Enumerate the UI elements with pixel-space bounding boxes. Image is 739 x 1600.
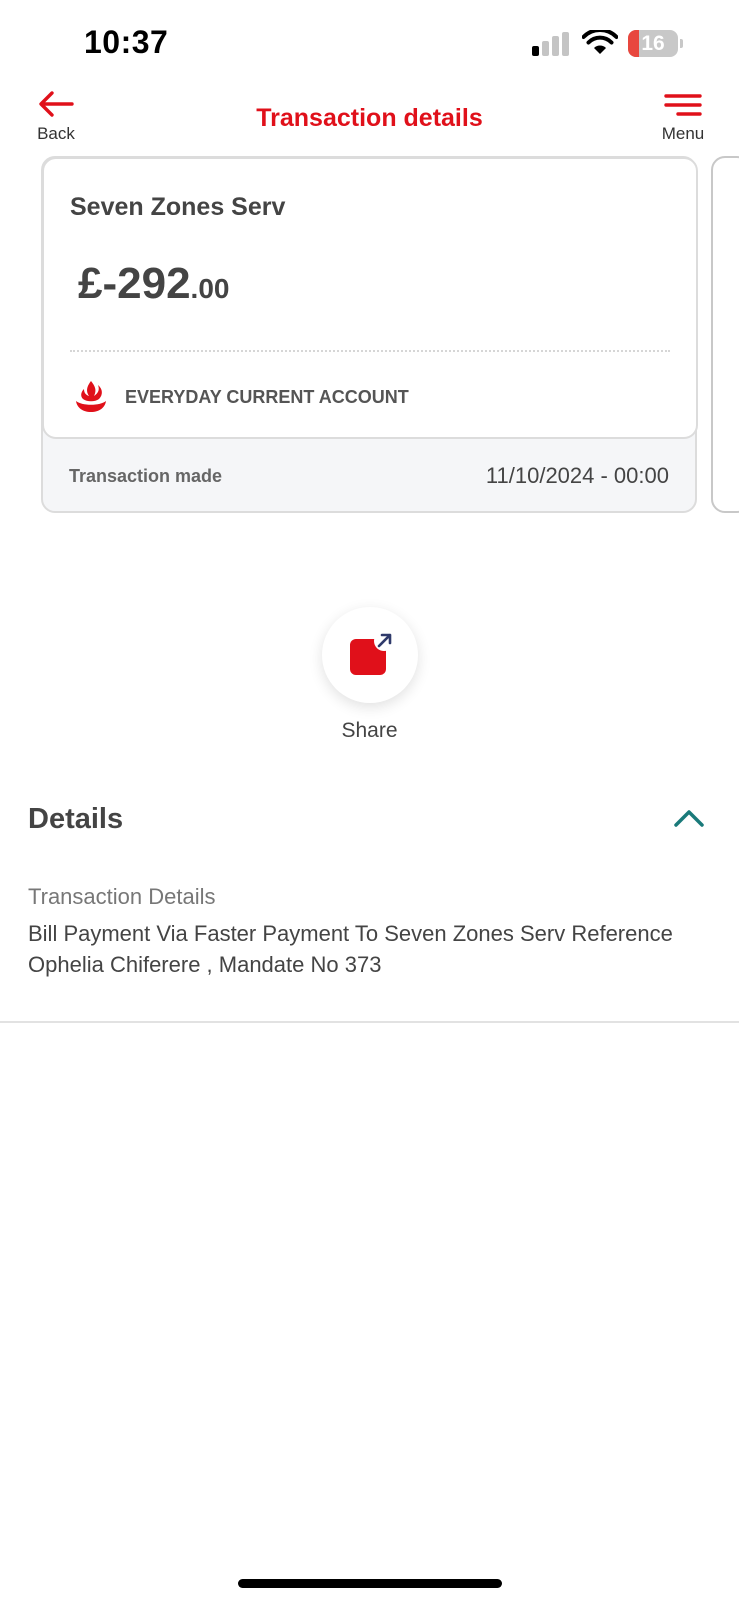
- transaction-details-value: Bill Payment Via Faster Payment To Seven…: [28, 921, 673, 977]
- battery-level: 16: [641, 32, 665, 55]
- share-icon: [350, 631, 394, 675]
- menu-icon: [664, 94, 702, 116]
- account-name: EVERYDAY CURRENT ACCOUNT: [125, 387, 409, 407]
- bank-flame-icon: [76, 381, 106, 412]
- wifi-icon: [581, 28, 619, 56]
- menu-label: Menu: [661, 124, 705, 143]
- share-label: Share: [341, 719, 398, 742]
- transaction-made-value: 11/10/2024 - 00:00: [485, 463, 669, 488]
- header: Back Transaction details Menu: [0, 88, 739, 156]
- merchant-name: Seven Zones Serv: [70, 193, 286, 221]
- amount-pence: .00: [190, 273, 230, 304]
- details-heading: Details: [28, 803, 124, 835]
- transaction-card: Seven Zones Serv £-292.00 EVERYDAY CURRE…: [41, 156, 698, 513]
- transaction-summary: Seven Zones Serv £-292.00 EVERYDAY CURRE…: [42, 157, 698, 439]
- transaction-amount: £-292.00: [78, 259, 229, 309]
- status-time: 10:37: [84, 24, 169, 60]
- section-divider: [0, 1021, 739, 1023]
- status-bar: 10:37 16: [0, 0, 739, 88]
- chevron-up-icon[interactable]: [672, 806, 706, 830]
- battery-icon: 16: [628, 30, 684, 57]
- signal-icon: [532, 32, 572, 56]
- menu-button[interactable]: Menu: [654, 88, 712, 152]
- share-button[interactable]: [322, 607, 418, 703]
- transaction-made-label: Transaction made: [69, 466, 223, 486]
- amount-main: £-292: [78, 259, 191, 308]
- card-divider: [70, 350, 670, 352]
- page-title: Transaction details: [256, 104, 483, 132]
- transaction-details-label: Transaction Details: [28, 884, 216, 909]
- home-indicator[interactable]: [238, 1579, 502, 1588]
- next-card-peek[interactable]: [711, 156, 739, 513]
